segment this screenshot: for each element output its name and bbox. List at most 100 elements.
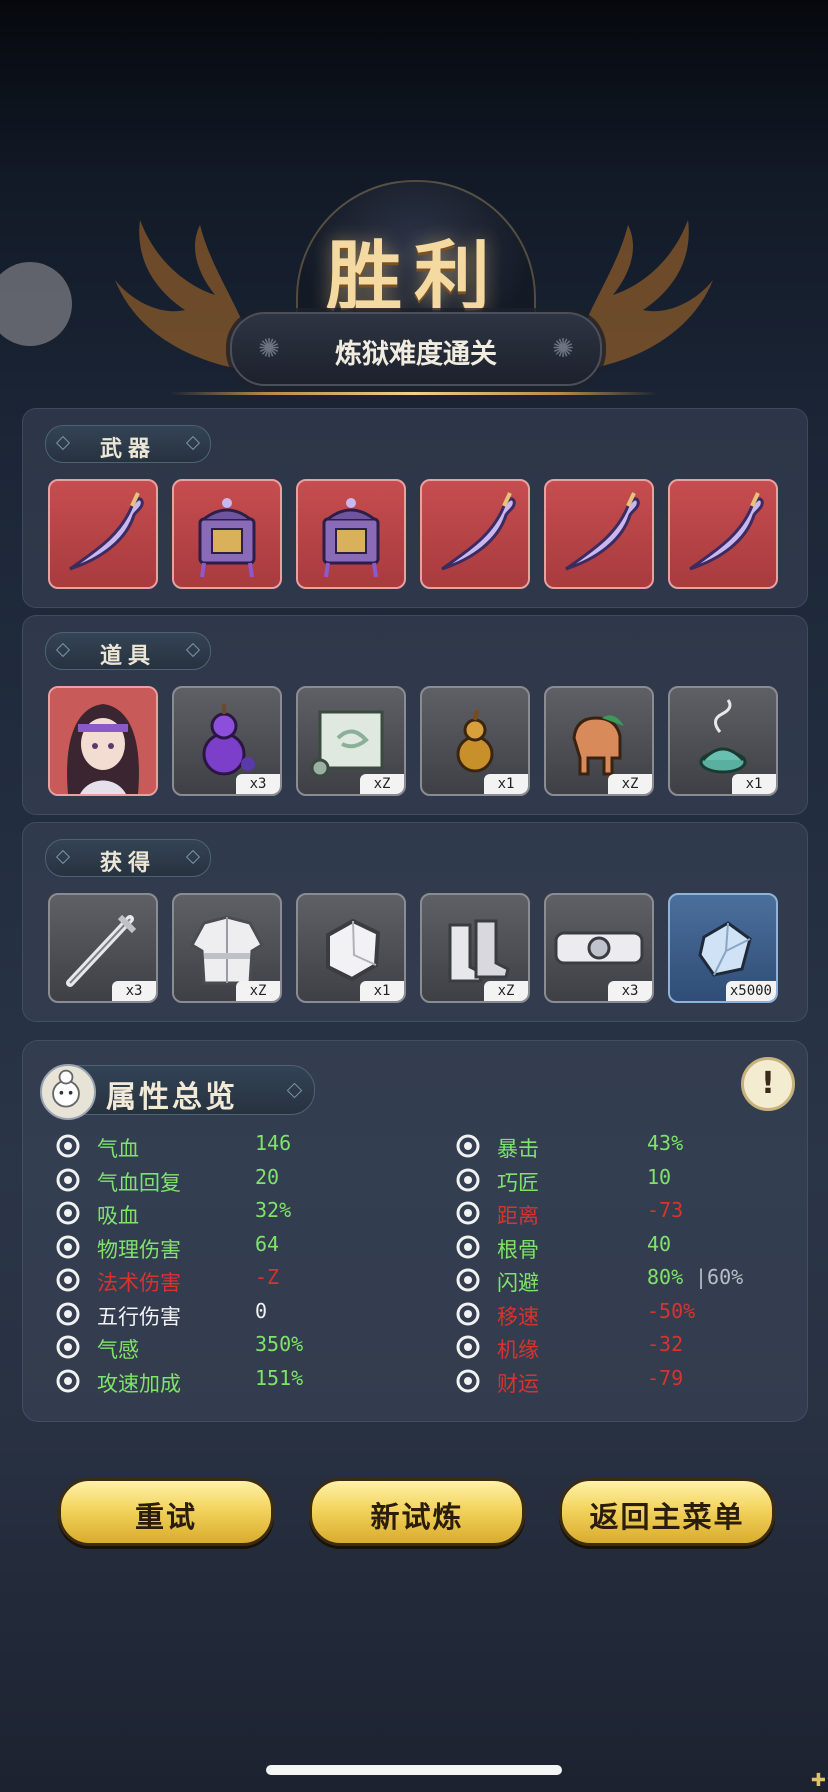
target-icon (55, 1301, 81, 1327)
prop-slot[interactable] (48, 686, 158, 796)
stat-value: 43% (647, 1131, 684, 1155)
range-icon (455, 1200, 481, 1226)
rewards-label: 获得 (45, 839, 211, 877)
stat-value: 0 (255, 1298, 268, 1323)
wind-icon (55, 1368, 81, 1394)
home-indicator[interactable] (266, 1765, 562, 1775)
dodge-icon (455, 1267, 481, 1293)
stat-name: 物理伤害 (97, 1237, 181, 1262)
victory-title: 胜利 (326, 232, 502, 321)
heart-icon (55, 1133, 81, 1159)
prop-slot[interactable]: x1 (420, 686, 530, 796)
stat-value: -50% (647, 1298, 696, 1323)
item-quantity: x3 (608, 981, 652, 1001)
stat-value: 10 (647, 1164, 672, 1189)
stat-value: -73 (647, 1198, 684, 1222)
stat-name: 法术伤害 (97, 1271, 181, 1295)
retry-button[interactable]: 重试 (58, 1478, 274, 1546)
clover-icon (455, 1334, 481, 1360)
lantern-chest-icon (198, 498, 256, 578)
lantern-chest-icon (322, 498, 380, 578)
stat-value: 350% (255, 1332, 304, 1356)
reward-slot[interactable]: xZ (172, 893, 282, 1003)
prop-slot[interactable]: xZ (296, 686, 406, 796)
difficulty-banner: ✺ 炼狱难度通关 ✺ (230, 312, 602, 386)
curved-dagger-icon (441, 492, 516, 571)
reward-slot[interactable]: x3 (544, 893, 654, 1003)
stats-header: 属性总览 (40, 1064, 315, 1120)
hammer-icon (455, 1167, 481, 1193)
stat-row: 闪避 80% |60% (455, 1265, 815, 1297)
reward-slot[interactable]: x1 (296, 893, 406, 1003)
stat-value: 64 (255, 1231, 280, 1256)
stat-value: 40 (647, 1231, 672, 1256)
stats-overview-panel: 属性总览 ! 气血 146 气血回复 20 吸血 32% 物理伤害 64 法术伤害 -Z 五行伤害 0… (22, 1040, 808, 1422)
stat-name: 暴击 (497, 1137, 539, 1161)
stat-name: 五行伤害 (97, 1304, 181, 1329)
item-quantity: x3 (112, 981, 156, 1001)
info-button[interactable]: ! (741, 1057, 795, 1111)
stat-name: 气血 (97, 1137, 139, 1161)
stat-value-extra: |60% (695, 1265, 744, 1289)
prop-slot[interactable]: x3 (172, 686, 282, 796)
stat-row: 移速 -50% (455, 1299, 815, 1331)
weapon-slot[interactable] (296, 479, 406, 589)
main-menu-button[interactable]: 返回主菜单 (559, 1478, 775, 1546)
item-quantity: x3 (236, 774, 280, 794)
stat-row: 气感 350% (55, 1332, 415, 1364)
stat-name: 移速 (497, 1304, 539, 1329)
curved-dagger-icon (565, 492, 640, 571)
stat-name: 巧匠 (497, 1170, 539, 1195)
spirit-icon (55, 1334, 81, 1360)
header-divider (170, 392, 658, 395)
stat-row: 巧匠 10 (455, 1165, 815, 1197)
stat-value: -Z (255, 1265, 280, 1289)
character-avatar-icon (40, 1064, 96, 1120)
reward-slot[interactable]: x3 (48, 893, 158, 1003)
item-quantity: xZ (484, 981, 528, 1001)
rewards-panel: 获得 x3 xZ x1 xZ x3 x5000 (22, 822, 808, 1022)
curved-dagger-icon (689, 492, 764, 571)
stat-name: 距离 (497, 1204, 539, 1228)
stat-name: 根骨 (497, 1237, 539, 1262)
item-quantity: x1 (732, 774, 776, 794)
stat-name: 吸血 (97, 1204, 139, 1228)
props-label: 道具 (45, 632, 211, 670)
crit-icon (455, 1133, 481, 1159)
stat-row: 气血回复 20 (55, 1165, 415, 1197)
prop-slot[interactable]: xZ (544, 686, 654, 796)
stat-value: 146 (255, 1131, 292, 1155)
stat-row: 五行伤害 0 (55, 1299, 415, 1331)
stat-row: 吸血 32% (55, 1198, 415, 1230)
reward-slot[interactable]: x5000 (668, 893, 778, 1003)
weapon-slot[interactable] (420, 479, 530, 589)
stat-value: -79 (647, 1365, 684, 1390)
weapon-slot[interactable] (48, 479, 158, 589)
item-quantity: x1 (360, 981, 404, 1001)
weapon-slot[interactable] (544, 479, 654, 589)
meditate-icon (455, 1234, 481, 1260)
character-portrait (50, 688, 156, 794)
item-quantity: x1 (484, 774, 528, 794)
curved-dagger-icon (69, 492, 144, 571)
stat-value: -32 (647, 1332, 684, 1356)
stat-row: 物理伤害 64 (55, 1232, 415, 1264)
stat-row: 法术伤害 -Z (55, 1265, 415, 1297)
sword-small-icon (55, 1234, 81, 1260)
stat-value: 151% (255, 1365, 304, 1390)
reward-slot[interactable]: xZ (420, 893, 530, 1003)
stat-value: 80% (647, 1265, 684, 1289)
weapon-slot[interactable] (172, 479, 282, 589)
stat-name: 机缘 (497, 1338, 539, 1362)
new-trial-button[interactable]: 新试炼 (309, 1478, 525, 1546)
stat-name: 气感 (97, 1338, 139, 1362)
victory-header: 胜利 ✺ 炼狱难度通关 ✺ (0, 170, 828, 410)
plus-icon: ✚ (810, 1770, 826, 1791)
stat-row: 攻速加成 151% (55, 1366, 415, 1398)
stat-row: 财运 -79 (455, 1366, 815, 1398)
prop-slot[interactable]: x1 (668, 686, 778, 796)
weapon-slot[interactable] (668, 479, 778, 589)
stat-name: 闪避 (497, 1271, 539, 1295)
weapons-label: 武器 (45, 425, 211, 463)
stat-name: 攻速加成 (97, 1371, 181, 1396)
